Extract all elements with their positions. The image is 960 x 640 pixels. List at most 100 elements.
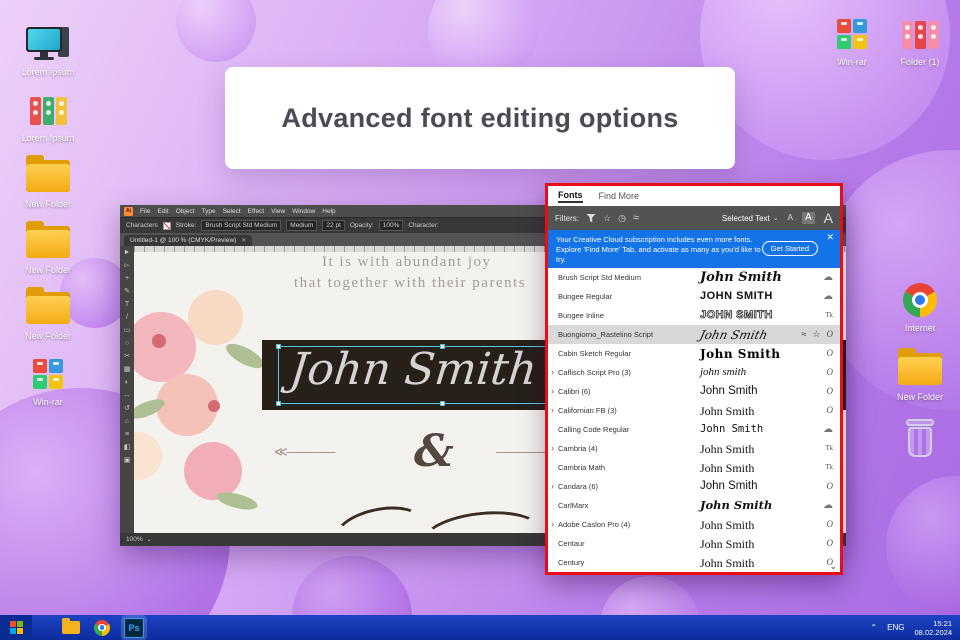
opentype-icon: O — [826, 405, 834, 415]
selected-text-dropdown[interactable]: Selected Text ⌄ — [722, 214, 779, 223]
folder-icon — [898, 348, 942, 389]
desktop-icon-label: New Folder — [24, 265, 71, 275]
font-preview: John Smith — [700, 270, 782, 285]
font-row[interactable]: Cambria Math John Smith Tk — [548, 458, 840, 477]
desktop-icon-new-folder[interactable]: New Folder — [888, 348, 952, 413]
selection-handle[interactable] — [440, 344, 445, 349]
opentype-icon: O — [826, 329, 834, 339]
start-button[interactable] — [0, 615, 32, 640]
opacity-field[interactable]: 100% — [378, 220, 404, 231]
scroll-down-icon[interactable]: ⌄ — [829, 561, 837, 572]
sample-size-medium-button[interactable]: A — [801, 212, 815, 224]
tools-palette[interactable]: ► ▻ + ✎ T / ▭ ○ ✂ ▦ ◐ ↔ ↺ ⌂ ≡ ◧ ▣ — [120, 246, 134, 533]
selection-handle[interactable] — [276, 344, 281, 349]
font-style-field[interactable]: Medium — [286, 220, 318, 231]
menu-select[interactable]: Select — [223, 208, 241, 215]
font-row[interactable]: Centaur John Smith O — [548, 534, 840, 553]
font-row[interactable]: Bungee Regular JOHN SMITH ☁ — [548, 287, 840, 306]
font-row[interactable]: › Adobe Caslon Pro (4) John Smith O — [548, 515, 840, 534]
expand-chevron-icon[interactable]: › — [548, 520, 558, 529]
font-row[interactable]: › Calibri (6) John Smith O — [548, 382, 840, 401]
desktop-icon-win-rar[interactable]: Win-rar — [16, 354, 80, 418]
favorites-filter-icon[interactable]: ☆ — [603, 213, 611, 223]
font-row[interactable]: Brush Script Std Medium John Smith ☁ — [548, 268, 840, 287]
font-row[interactable]: CarlMarx John Smith ☁ — [548, 496, 840, 515]
font-name: Bungee Inline — [558, 311, 604, 320]
sample-size-small-button[interactable]: A — [788, 214, 793, 222]
desktop-icon-internet[interactable]: Internet — [888, 280, 952, 344]
menu-type[interactable]: Type — [201, 208, 215, 215]
desktop-icon-label: Lorem Ipsum — [21, 67, 75, 77]
menu-file[interactable]: File — [140, 208, 150, 215]
font-preview: John Smith — [700, 384, 758, 397]
menu-view[interactable]: View — [271, 208, 285, 215]
filter-funnel-icon[interactable] — [586, 213, 596, 223]
get-started-button[interactable]: Get Started — [761, 241, 818, 256]
font-row[interactable]: Century John Smith O — [548, 553, 840, 572]
windows-logo-icon — [9, 621, 23, 634]
taskbar-photoshop-icon[interactable]: Ps — [124, 617, 144, 638]
menu-help[interactable]: Help — [322, 208, 335, 215]
desktop-icon-lorem-ipsum[interactable]: Lorem Ipsum — [16, 90, 80, 154]
font-preview: John Smith — [700, 460, 755, 475]
selection-handle[interactable] — [440, 401, 445, 406]
font-row[interactable]: Cabin Sketch Regular John Smith O — [548, 344, 840, 363]
chevron-down-icon: ⌄ — [772, 215, 779, 222]
menu-edit[interactable]: Edit — [157, 208, 168, 215]
menu-window[interactable]: Window — [292, 208, 315, 215]
close-icon[interactable]: ✕ — [241, 237, 246, 244]
document-tab[interactable]: Untitled-1 @ 100 % (CMYK/Preview) ✕ — [124, 235, 253, 246]
desktop-icon-folder-1[interactable]: Folder (1) — [888, 14, 952, 78]
tab-find-more[interactable]: Find More — [599, 191, 640, 201]
font-row[interactable]: › Californian FB (3) John Smith O — [548, 401, 840, 420]
expand-chevron-icon[interactable]: › — [548, 444, 558, 453]
desktop-icon-recycle-bin[interactable] — [888, 418, 952, 482]
fill-swatch[interactable] — [162, 221, 171, 230]
clock[interactable]: 15:21 08.02.2024 — [914, 619, 952, 637]
expand-chevron-icon[interactable]: › — [548, 482, 558, 491]
expand-chevron-icon[interactable]: › — [548, 406, 558, 415]
bubble — [176, 0, 256, 62]
activate-font-icon[interactable]: ≈ — [801, 330, 806, 339]
font-row[interactable]: › Cambria (4) John Smith Tk — [548, 439, 840, 458]
cloud-download-icon[interactable]: ☁ — [823, 291, 833, 302]
close-icon[interactable]: ✕ — [826, 232, 834, 243]
selection-handle[interactable] — [276, 401, 281, 406]
cloud-download-icon[interactable]: ☁ — [823, 424, 833, 435]
taskbar-chrome-icon[interactable] — [94, 619, 110, 636]
stroke-label: Stroke: — [175, 222, 197, 229]
font-row[interactable]: › Caflisch Script Pro (3) john smith O — [548, 363, 840, 382]
cloud-download-icon[interactable]: ☁ — [823, 272, 833, 283]
menu-effect[interactable]: Effect — [248, 208, 265, 215]
activated-fonts-filter-icon[interactable]: ≈ — [633, 212, 639, 224]
desktop-icon-lorem-ipsum[interactable]: Lorem Ipsum — [16, 24, 80, 88]
taskbar-folder-icon[interactable] — [62, 618, 80, 634]
font-family-field[interactable]: Brush Script Std Medium — [201, 220, 282, 231]
date-text: 08.02.2024 — [914, 627, 952, 637]
desktop-icon-label: Folder (1) — [900, 57, 940, 67]
expand-chevron-icon[interactable]: › — [548, 368, 558, 377]
menu-object[interactable]: Object — [176, 208, 195, 215]
zoom-level[interactable]: 100% — [126, 536, 143, 543]
desktop-icon-win-rar[interactable]: Win-rar — [820, 14, 884, 78]
favorite-star-icon[interactable]: ☆ — [812, 330, 820, 339]
cloud-download-icon[interactable]: ☁ — [823, 500, 833, 511]
desktop-icon-new-folder[interactable]: New Folder — [16, 155, 80, 220]
font-row[interactable]: Calling Code Regular John Smith ☁ — [548, 420, 840, 439]
sample-size-large-button[interactable]: A — [824, 211, 833, 225]
font-row[interactable]: › Candara (6) John Smith O — [548, 477, 840, 496]
folder-icon — [26, 221, 70, 262]
hidden-icons-chevron[interactable]: ⌃ — [870, 623, 877, 632]
font-size-field[interactable]: 22 pt — [322, 220, 345, 231]
desktop-icon-new-folder[interactable]: New Folder — [16, 221, 80, 286]
language-indicator[interactable]: ENG — [887, 623, 904, 632]
recent-filter-icon[interactable]: ◷ — [618, 213, 626, 223]
font-name: Candara (6) — [558, 482, 599, 491]
desktop-icon-label: Win-rar — [837, 57, 867, 67]
font-row[interactable]: Buongiorno_Rastelino Script John Smith ≈ ☆ O — [548, 325, 840, 344]
expand-chevron-icon[interactable]: › — [548, 387, 558, 396]
desktop-icon-new-folder[interactable]: New Folder — [16, 287, 80, 352]
font-row[interactable]: Bungee Inline JOHN SMITH Tk — [548, 306, 840, 325]
tab-fonts[interactable]: Fonts — [558, 190, 583, 203]
font-name: Bungee Regular — [558, 292, 613, 301]
